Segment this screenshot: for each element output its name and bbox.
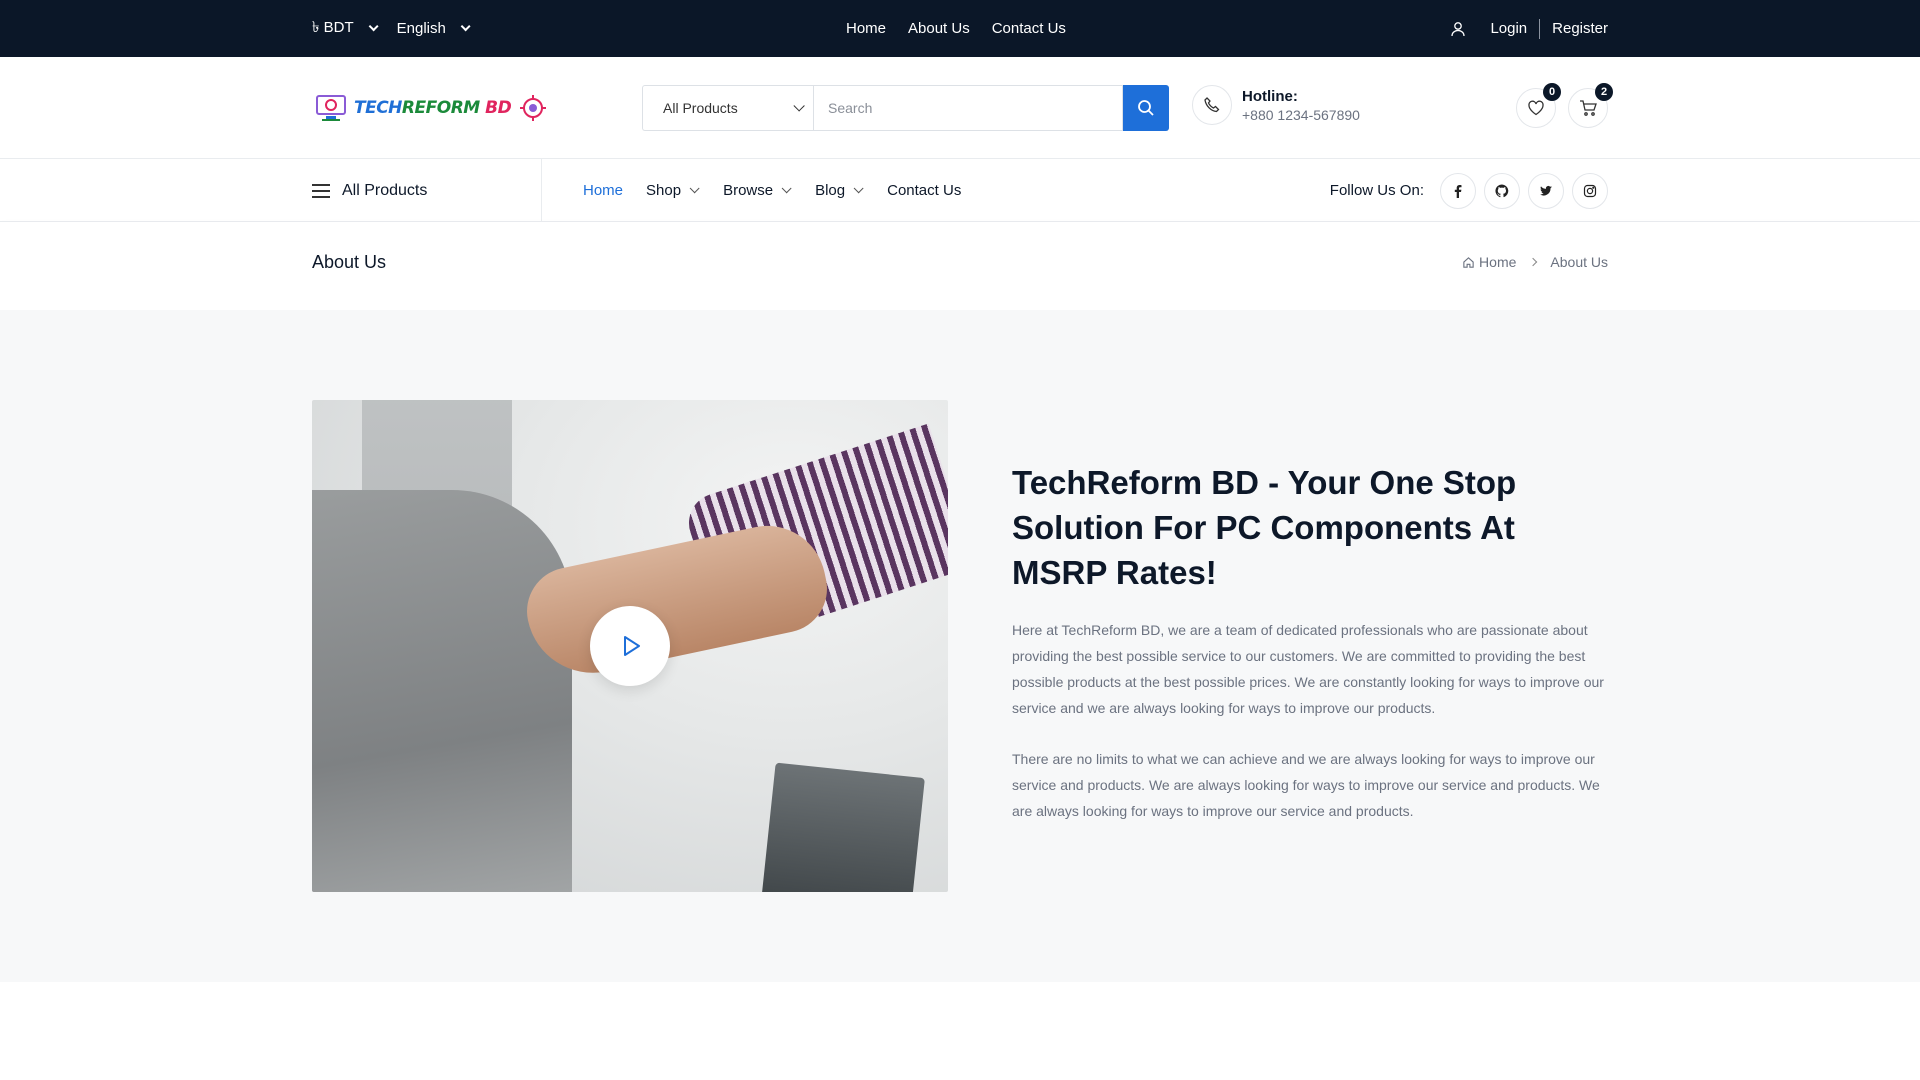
chevron-down-icon xyxy=(853,183,864,194)
search-icon xyxy=(1138,100,1154,116)
wishlist-count-badge: 0 xyxy=(1543,83,1561,101)
topbar-link-contact[interactable]: Contact Us xyxy=(992,20,1066,37)
about-paragraph-1: Here at TechReform BD, we are a team of … xyxy=(1012,622,1604,716)
wishlist-button[interactable]: 0 xyxy=(1516,83,1561,128)
category-select-value: All Products xyxy=(663,100,738,116)
hotline-label: Hotline: xyxy=(1242,87,1298,105)
nav-item-contact[interactable]: Contact Us xyxy=(887,182,961,199)
search-input[interactable] xyxy=(813,85,1123,131)
chevron-down-icon xyxy=(793,100,805,112)
play-icon xyxy=(624,636,640,656)
search-bar: All Products xyxy=(642,85,1169,131)
nav-item-home[interactable]: Home xyxy=(583,182,623,199)
home-icon xyxy=(1463,256,1474,268)
language-label: English xyxy=(396,20,446,37)
page-title: About Us xyxy=(312,252,387,272)
logo[interactable]: TECHREFORM BD xyxy=(314,87,551,129)
chevron-down-icon xyxy=(460,21,471,32)
logo-text: TECHREFORM BD xyxy=(354,98,512,118)
github-link[interactable] xyxy=(1484,172,1520,209)
breadcrumb: Home About Us xyxy=(1462,254,1608,270)
phone-icon xyxy=(1192,85,1232,125)
all-products-menu[interactable]: All Products xyxy=(312,159,542,222)
topbar-link-about[interactable]: About Us xyxy=(908,20,970,37)
hotline: Hotline: +880 1234-567890 xyxy=(1192,85,1360,125)
top-bar: ৳ BDT English Home About Us Contact Us L… xyxy=(0,0,1920,57)
about-heading: TechReform BD - Your One Stop Solution F… xyxy=(1012,464,1517,591)
twitter-icon xyxy=(1540,185,1552,195)
user-icon xyxy=(1451,21,1466,36)
page-header: About Us Home About Us xyxy=(0,222,1920,310)
register-link[interactable]: Register xyxy=(1552,20,1608,37)
breadcrumb-current: About Us xyxy=(1550,254,1608,270)
main-nav: All Products Home Shop Browse Blog Conta… xyxy=(0,159,1920,222)
logo-monitor-icon xyxy=(316,95,346,121)
play-video-button[interactable] xyxy=(590,606,670,686)
logo-gear-icon xyxy=(520,95,547,121)
language-dropdown[interactable]: English xyxy=(396,20,471,37)
nav-item-blog[interactable]: Blog xyxy=(815,182,864,199)
nav-item-shop[interactable]: Shop xyxy=(646,182,700,199)
category-select[interactable]: All Products xyxy=(642,85,813,131)
instagram-link[interactable] xyxy=(1572,172,1608,209)
topbar-link-home[interactable]: Home xyxy=(846,20,886,37)
cart-icon xyxy=(1580,100,1597,116)
currency-label: ৳ BDT xyxy=(312,19,354,36)
heart-icon xyxy=(1528,100,1544,116)
chevron-down-icon xyxy=(368,21,379,32)
chevron-right-icon xyxy=(1529,257,1538,267)
about-section: TechReform BD - Your One Stop Solution F… xyxy=(0,310,1920,982)
all-products-label: All Products xyxy=(342,181,428,199)
breadcrumb-home[interactable]: Home xyxy=(1462,254,1516,270)
facebook-icon xyxy=(1454,184,1462,198)
search-button[interactable] xyxy=(1123,85,1169,131)
follow-us-label: Follow Us On: xyxy=(1329,182,1424,199)
hamburger-icon xyxy=(312,183,330,198)
about-paragraph-2: There are no limits to what we can achie… xyxy=(1012,751,1600,819)
instagram-icon xyxy=(1583,184,1597,197)
twitter-link[interactable] xyxy=(1528,172,1564,209)
currency-dropdown[interactable]: ৳ BDT xyxy=(312,16,379,41)
hotline-number: +880 1234-567890 xyxy=(1242,106,1360,123)
login-link[interactable]: Login xyxy=(1490,20,1527,37)
chevron-down-icon xyxy=(781,183,792,194)
facebook-link[interactable] xyxy=(1440,172,1476,209)
about-video-thumbnail xyxy=(312,400,948,892)
nav-item-browse[interactable]: Browse xyxy=(723,182,792,199)
cart-button[interactable]: 2 xyxy=(1568,83,1613,128)
chevron-down-icon xyxy=(689,183,700,194)
header: TECHREFORM BD All Products Search Hotlin… xyxy=(0,57,1920,159)
divider xyxy=(1539,18,1541,39)
github-icon xyxy=(1495,183,1509,197)
cart-count-badge: 2 xyxy=(1595,83,1613,101)
